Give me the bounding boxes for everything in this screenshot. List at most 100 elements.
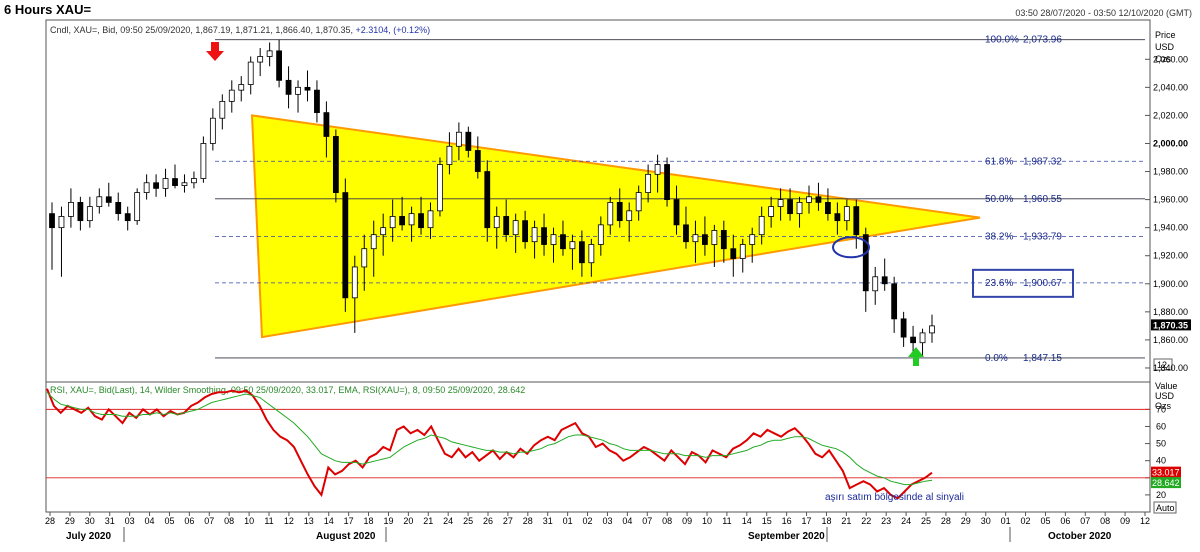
- x-tick-label: 01: [563, 516, 573, 526]
- candle-body: [276, 50, 282, 81]
- x-tick-label: 09: [682, 516, 692, 526]
- price-tick-label: 1,980.00: [1153, 167, 1188, 177]
- x-tick-label: 18: [821, 516, 831, 526]
- candle-body: [474, 150, 481, 172]
- x-tick-label: 22: [861, 516, 871, 526]
- x-tick-label: 09: [1120, 516, 1130, 526]
- x-tick-label: 14: [742, 516, 752, 526]
- fib-price-label: 1,933.79: [1023, 231, 1062, 242]
- candle-body: [86, 206, 93, 222]
- candle-body: [531, 227, 538, 243]
- price-tick-label: 2,000.00: [1153, 138, 1188, 148]
- last-price-label: 1,870.35: [1153, 320, 1188, 330]
- x-tick-label: 07: [204, 516, 214, 526]
- ema-value-label: 28.642: [1152, 478, 1180, 488]
- x-tick-label: 12: [284, 516, 294, 526]
- x-tick-label: 21: [423, 516, 433, 526]
- candle-body: [96, 196, 103, 208]
- candle-body: [228, 89, 235, 102]
- candle-body: [134, 192, 141, 222]
- x-tick-label: 15: [762, 516, 772, 526]
- candle-body: [351, 266, 358, 299]
- rsi-tick-label: 60: [1156, 421, 1166, 431]
- candle-body: [768, 206, 775, 217]
- x-tick-label: 26: [483, 516, 493, 526]
- candle-body: [58, 216, 65, 229]
- candle-body: [427, 210, 434, 229]
- x-tick-label: 30: [981, 516, 991, 526]
- candle-body: [683, 224, 689, 243]
- x-tick-label: 23: [881, 516, 891, 526]
- x-tick-label: 07: [1080, 516, 1090, 526]
- candle-body: [872, 276, 879, 292]
- candle-body: [749, 234, 756, 245]
- fib-price-label: 1,847.15: [1023, 353, 1062, 364]
- candle-body: [664, 164, 670, 200]
- price-legend: Cndl, XAU=, Bid, 09:50 25/09/2020, 1,867…: [50, 25, 430, 35]
- candle-body: [219, 100, 226, 119]
- candle-body: [172, 178, 178, 186]
- fib-price-label: 1,900.67: [1023, 278, 1062, 289]
- candle-body: [720, 230, 727, 250]
- candle-body: [49, 213, 55, 229]
- candle-body: [105, 196, 112, 203]
- candle-body: [493, 216, 500, 229]
- x-tick-label: 05: [1040, 516, 1050, 526]
- x-tick-label: 11: [722, 516, 731, 526]
- candle-body: [626, 210, 633, 222]
- x-tick-label: 03: [602, 516, 612, 526]
- candle-body: [522, 220, 529, 243]
- x-tick-label: 24: [443, 516, 453, 526]
- rsi-legend: RSI, XAU=, Bid(Last), 14, Wilder Smoothi…: [50, 385, 525, 395]
- rsi-tick-label: 50: [1156, 439, 1166, 449]
- x-tick-label: 28: [523, 516, 533, 526]
- candle-body: [541, 227, 547, 245]
- x-tick-label: 12: [1140, 516, 1150, 526]
- candle-body: [247, 61, 254, 85]
- candle-body: [616, 202, 623, 222]
- candle-body: [238, 84, 245, 91]
- x-tick-label: 21: [841, 516, 851, 526]
- x-tick-label: 07: [642, 516, 652, 526]
- x-tick-label: 17: [344, 516, 354, 526]
- candle-body: [787, 199, 793, 215]
- candle-body: [550, 234, 557, 245]
- fib-price-label: 1,987.32: [1023, 156, 1062, 167]
- candle-body: [503, 216, 510, 236]
- x-tick-label: 06: [184, 516, 194, 526]
- x-tick-label: 14: [324, 516, 334, 526]
- candle-body: [446, 145, 453, 165]
- price-tick-label: 2,060.00: [1153, 54, 1188, 64]
- x-tick-label: 20: [403, 516, 413, 526]
- candle-body: [692, 234, 699, 243]
- x-tick-label: 28: [45, 516, 55, 526]
- candle-body: [380, 227, 387, 236]
- candle-body: [332, 136, 339, 193]
- chart-canvas[interactable]: Cndl, XAU=, Bid, 09:50 25/09/2020, 1,867…: [0, 0, 1200, 552]
- x-tick-label: 25: [463, 516, 473, 526]
- candle-body: [635, 192, 642, 212]
- candle-body: [323, 112, 330, 137]
- fib-price-label: 2,073.96: [1023, 35, 1062, 46]
- candle-body: [891, 283, 898, 320]
- candle-body: [711, 230, 718, 245]
- x-tick-label: 05: [164, 516, 174, 526]
- candle-body: [881, 276, 888, 285]
- x-tick-label: 27: [503, 516, 513, 526]
- fib-level-label: 0.0%: [985, 353, 1008, 364]
- candle-body: [266, 50, 273, 57]
- x-tick-label: 08: [224, 516, 234, 526]
- x-tick-label: 28: [941, 516, 951, 526]
- candle-body: [919, 332, 926, 344]
- candle-body: [739, 244, 746, 259]
- fib-level-label: 61.8%: [985, 156, 1013, 167]
- candle-body: [77, 202, 84, 222]
- candle-body: [569, 241, 576, 250]
- x-month-label: August 2020: [316, 531, 376, 542]
- candle-body: [702, 234, 708, 245]
- x-tick-label: 06: [1060, 516, 1070, 526]
- x-tick-label: 02: [583, 516, 593, 526]
- fib-level-label: 50.0%: [985, 194, 1013, 205]
- candle-body: [815, 196, 822, 203]
- rsi-annotation: aşırı satım bölgesinde al sinyali: [825, 492, 964, 503]
